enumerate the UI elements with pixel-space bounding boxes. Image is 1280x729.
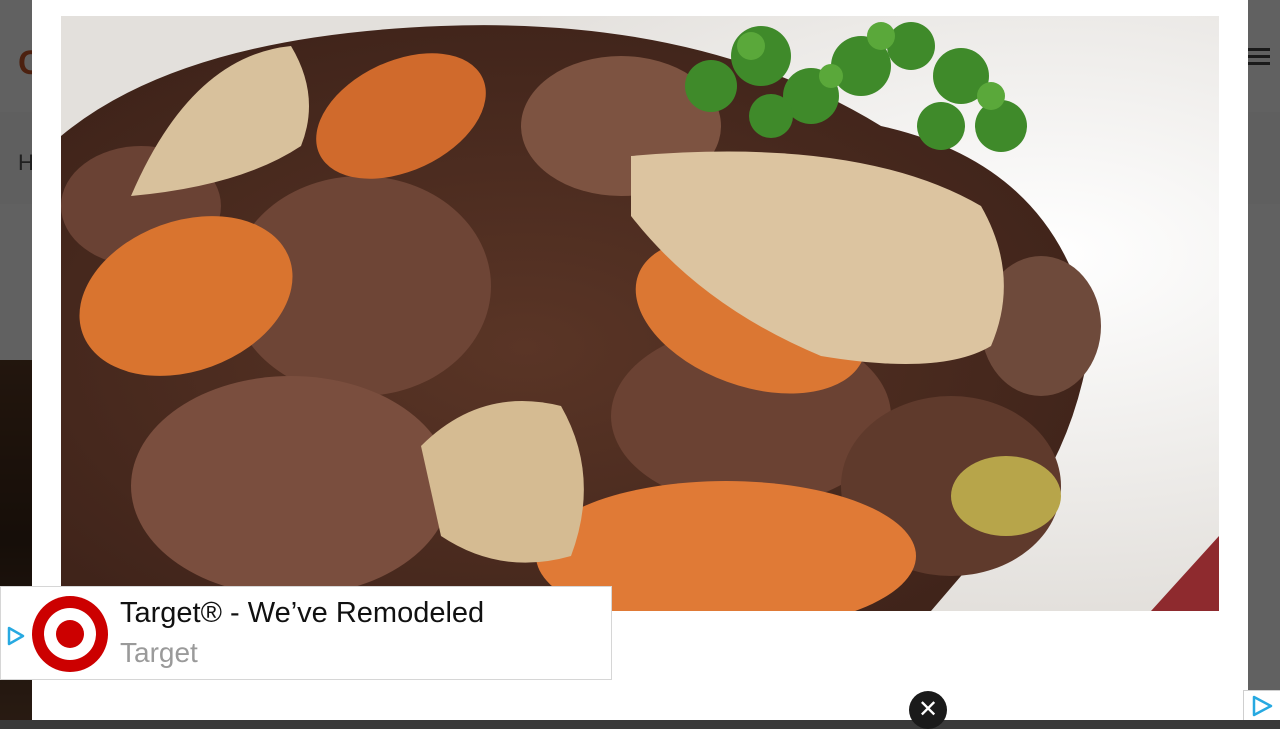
ad-choices-icon[interactable] — [5, 625, 27, 647]
stew-photo — [61, 16, 1219, 611]
ad-advertiser: Target — [120, 637, 198, 668]
ad-banner[interactable]: Target® - We’ve Remodeled Target — [0, 586, 612, 680]
close-button[interactable]: ✕ — [909, 691, 947, 729]
target-logo-icon — [31, 595, 109, 673]
ad-title[interactable]: Target® - We’ve Remodeled — [120, 597, 484, 630]
corner-ad-choices-icon[interactable] — [1243, 690, 1280, 720]
